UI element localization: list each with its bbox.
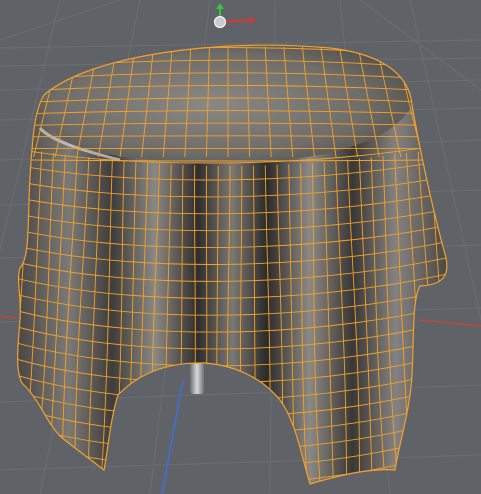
3d-viewport[interactable] [0,0,481,494]
gizmo-center-handle[interactable] [214,16,226,28]
viewport-canvas[interactable] [0,0,481,494]
table-leg [190,362,204,394]
